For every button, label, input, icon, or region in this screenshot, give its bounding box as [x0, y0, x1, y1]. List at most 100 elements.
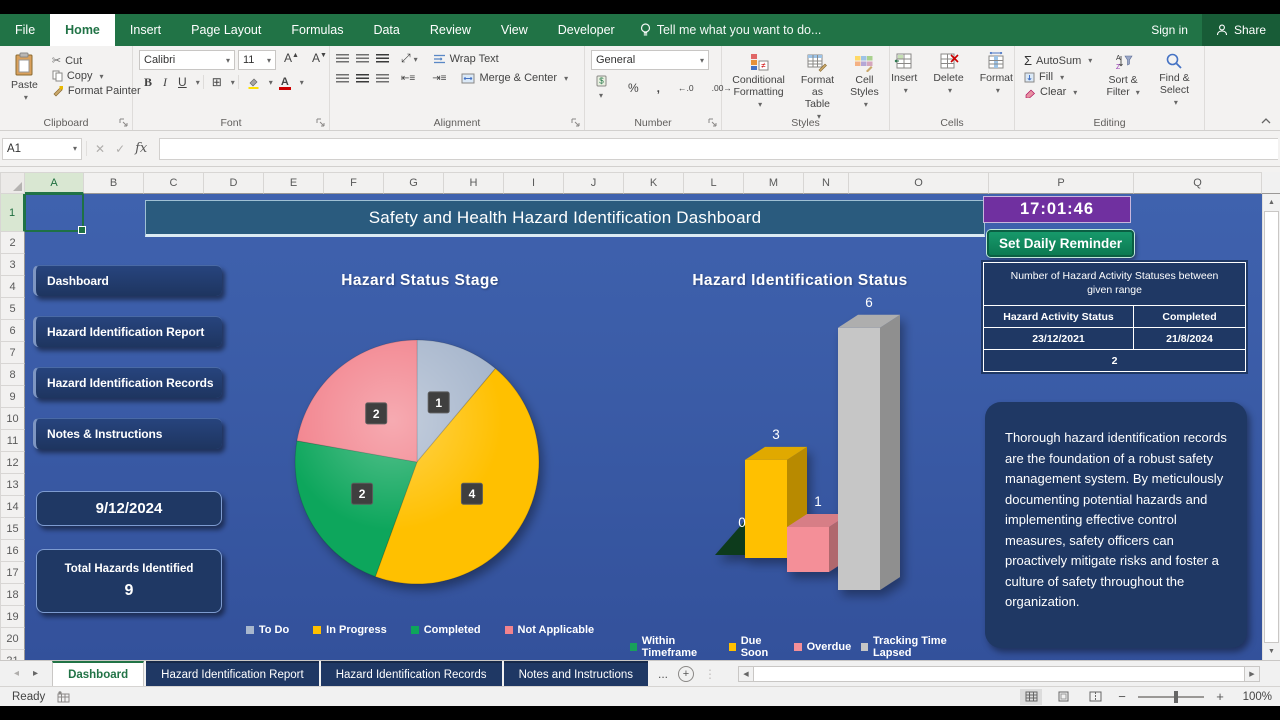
page-break-view-icon[interactable] — [1084, 689, 1106, 705]
normal-view-icon[interactable] — [1020, 688, 1042, 705]
active-cell-selection[interactable] — [25, 194, 86, 234]
format-cells-button[interactable]: Format ▾ — [975, 50, 1018, 98]
sheet-tab-notes-and-instructions[interactable]: Notes and Instructions — [503, 661, 648, 686]
comma-style-button[interactable]: , — [652, 80, 665, 96]
decrease-indent-button[interactable]: ⇤≡ — [396, 72, 420, 85]
alignment-dialog-launcher-icon[interactable] — [571, 118, 581, 128]
bold-button[interactable]: B — [139, 74, 157, 91]
font-color-dropdown-icon[interactable]: ▾ — [300, 78, 304, 87]
column-header-I[interactable]: I — [504, 172, 564, 194]
align-middle-icon[interactable] — [356, 54, 369, 63]
orientation-button[interactable]: ⤢ ▾ — [396, 50, 423, 67]
row-header-17[interactable]: 17 — [0, 562, 25, 584]
nav-button-hazard-identification-report[interactable]: Hazard Identification Report — [33, 316, 222, 347]
underline-dropdown-icon[interactable]: ▾ — [196, 78, 200, 87]
column-header-M[interactable]: M — [744, 172, 804, 194]
vertical-scrollbar[interactable]: ▲ ▼ — [1262, 194, 1280, 660]
row-header-18[interactable]: 18 — [0, 584, 25, 606]
collapse-ribbon-icon[interactable] — [1260, 117, 1272, 124]
zoom-slider-thumb[interactable] — [1174, 690, 1178, 703]
tell-me-box[interactable]: Tell me what you want to do... — [630, 14, 832, 46]
insert-cells-button[interactable]: Insert ▾ — [886, 50, 922, 98]
scroll-up-icon[interactable]: ▲ — [1263, 194, 1280, 211]
nav-button-dashboard[interactable]: Dashboard — [33, 265, 222, 296]
percent-style-button[interactable]: % — [623, 80, 644, 96]
borders-button[interactable]: ⊞ — [207, 74, 227, 90]
sheet-tab-overflow[interactable]: ... — [658, 667, 668, 681]
grow-font-button[interactable]: A▲ — [279, 50, 304, 70]
cancel-icon[interactable]: ✕ — [95, 142, 105, 156]
sort-filter-button[interactable]: AZ Sort & Filter ▾ — [1101, 50, 1145, 100]
row-header-1[interactable]: 1 — [0, 194, 25, 232]
row-header-5[interactable]: 5 — [0, 298, 25, 320]
sheet-nav-right-icon[interactable]: ▸ — [33, 668, 38, 679]
accounting-format-button[interactable]: $ ▾ — [591, 74, 615, 102]
ribbon-tab-home[interactable]: Home — [50, 14, 115, 46]
page-layout-view-icon[interactable] — [1052, 689, 1074, 705]
row-header-10[interactable]: 10 — [0, 408, 25, 430]
zoom-level[interactable]: 100% — [1236, 691, 1272, 703]
ribbon-tab-developer[interactable]: Developer — [543, 14, 630, 46]
column-header-J[interactable]: J — [564, 172, 624, 194]
column-header-K[interactable]: K — [624, 172, 684, 194]
format-as-table-button[interactable]: Format as Table ▾ — [796, 50, 839, 124]
row-header-6[interactable]: 6 — [0, 320, 25, 342]
fill-color-button[interactable] — [242, 75, 265, 90]
formula-input[interactable] — [159, 137, 1278, 160]
name-box-dropdown-icon[interactable]: ▾ — [73, 144, 77, 153]
ribbon-tab-formulas[interactable]: Formulas — [276, 14, 358, 46]
row-header-2[interactable]: 2 — [0, 232, 25, 254]
column-header-G[interactable]: G — [384, 172, 444, 194]
row-header-9[interactable]: 9 — [0, 386, 25, 408]
font-name-select[interactable]: Calibri ▾ — [139, 50, 235, 70]
column-header-E[interactable]: E — [264, 172, 324, 194]
font-color-button[interactable]: A — [274, 73, 296, 91]
align-left-icon[interactable] — [336, 73, 349, 83]
shrink-font-button[interactable]: A▼ — [307, 50, 332, 70]
column-header-D[interactable]: D — [204, 172, 264, 194]
align-right-icon[interactable] — [376, 73, 389, 83]
find-select-button[interactable]: Find & Select ▾ — [1151, 50, 1198, 110]
share-button[interactable]: Share — [1201, 14, 1280, 46]
hscroll-left-icon[interactable]: ◀ — [739, 666, 753, 681]
fill-button[interactable]: Fill ▾ — [1021, 70, 1095, 84]
ribbon-tab-page-layout[interactable]: Page Layout — [176, 14, 276, 46]
select-all-corner[interactable] — [0, 172, 25, 194]
column-header-Q[interactable]: Q — [1134, 172, 1262, 194]
increase-indent-button[interactable]: ⇥≡ — [427, 72, 451, 85]
font-size-select[interactable]: 11 ▾ — [238, 50, 276, 70]
merge-center-button[interactable]: Merge & Center ▾ — [458, 71, 571, 85]
ribbon-tab-file[interactable]: File — [0, 14, 50, 46]
format-painter-button[interactable]: Format Painter — [49, 84, 144, 98]
number-format-select[interactable]: General ▾ — [591, 50, 709, 70]
range-table-val2[interactable]: 21/8/2024 — [1134, 328, 1245, 349]
name-box[interactable]: A1 ▾ — [2, 137, 82, 160]
copy-button[interactable]: Copy ▾ — [49, 69, 144, 83]
sheet-tab-hazard-identification-report[interactable]: Hazard Identification Report — [146, 661, 319, 686]
row-header-7[interactable]: 7 — [0, 342, 25, 364]
align-bottom-icon[interactable] — [376, 54, 389, 63]
row-header-14[interactable]: 14 — [0, 496, 25, 518]
hscroll-right-icon[interactable]: ▶ — [1245, 666, 1259, 681]
zoom-in-icon[interactable]: + — [1214, 689, 1226, 704]
column-header-P[interactable]: P — [989, 172, 1134, 194]
column-header-L[interactable]: L — [684, 172, 744, 194]
zoom-out-icon[interactable]: − — [1116, 689, 1128, 704]
column-header-C[interactable]: C — [144, 172, 204, 194]
horizontal-scroll-thumb[interactable] — [753, 666, 1245, 681]
row-header-12[interactable]: 12 — [0, 452, 25, 474]
ribbon-tab-view[interactable]: View — [486, 14, 543, 46]
sheet-tab-hazard-identification-records[interactable]: Hazard Identification Records — [320, 661, 502, 686]
range-table-val1[interactable]: 23/12/2021 — [984, 328, 1133, 349]
ribbon-tab-data[interactable]: Data — [358, 14, 414, 46]
sheet-nav-left-icon[interactable]: ◂ — [14, 668, 19, 679]
column-header-O[interactable]: O — [849, 172, 989, 194]
delete-cells-button[interactable]: Delete ▾ — [928, 50, 968, 98]
nav-button-notes-instructions[interactable]: Notes & Instructions — [33, 418, 222, 449]
conditional-formatting-button[interactable]: ≠ Conditional Formatting ▾ — [727, 50, 790, 112]
column-header-B[interactable]: B — [84, 172, 144, 194]
row-header-8[interactable]: 8 — [0, 364, 25, 386]
zoom-slider[interactable] — [1138, 690, 1204, 703]
column-header-N[interactable]: N — [804, 172, 849, 194]
row-header-19[interactable]: 19 — [0, 606, 25, 628]
